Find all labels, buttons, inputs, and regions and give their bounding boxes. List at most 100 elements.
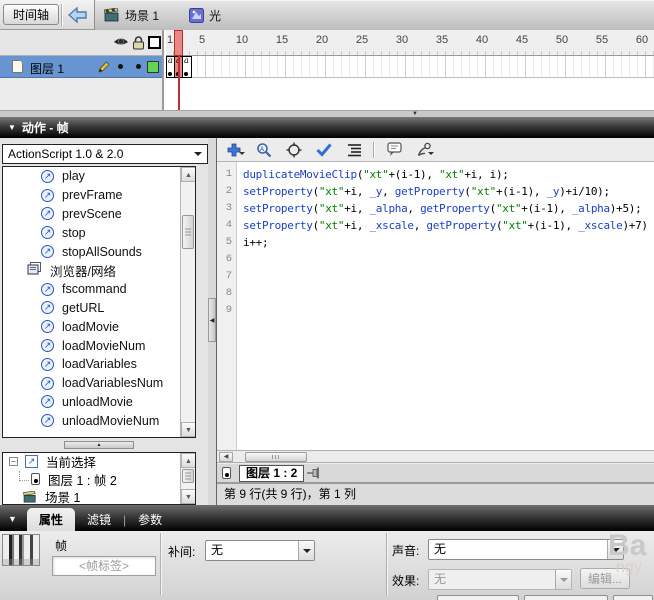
navigator-scene-item[interactable]: 场景 1 <box>3 488 195 504</box>
action-icon: ↗ <box>41 226 54 240</box>
code-line[interactable]: i++; <box>243 234 654 251</box>
actions-panel-title: 动作 - 帧 <box>21 121 69 135</box>
code-line[interactable]: setProperty("xt"+i, _xscale, getProperty… <box>243 217 654 234</box>
tween-value: 无 <box>211 543 224 557</box>
scrollbar-thumb[interactable] <box>182 215 194 249</box>
chevron-down-icon <box>298 541 314 560</box>
toolbox-item-unloadMovie[interactable]: ↗ unloadMovie <box>3 393 195 412</box>
playhead-handle[interactable] <box>174 30 183 56</box>
splitter-collapse-left-icon[interactable]: ◀ <box>208 298 216 342</box>
collapse-minus-icon[interactable]: − <box>9 457 18 467</box>
code-line[interactable]: setProperty("xt"+i, _alpha, getProperty(… <box>243 200 654 217</box>
add-statement-icon[interactable] <box>223 141 245 159</box>
properties-panel-header: ▼ 属性 滤镜 | 参数 <box>0 505 654 531</box>
timeline-ruler[interactable]: 1 5 10 15 20 25 30 35 40 45 50 55 60 <box>166 30 654 56</box>
toolbox-item-prevScene[interactable]: ↗ prevScene <box>3 205 195 224</box>
frames-row[interactable]: aaa <box>166 56 654 78</box>
actionscript-version-value: ActionScript 1.0 & 2.0 <box>8 147 124 161</box>
navigator-current-selection[interactable]: − ↗ 当前选择 <box>3 453 195 471</box>
script-editor[interactable]: 123456789 duplicateMovieClip("xt"+(i-1),… <box>217 162 654 450</box>
actions-toolbox-tree: ↗ play ↗ prevFrame ↗ prevScene ↗ stop ↗ stopAllSo… <box>2 166 196 438</box>
sound-select[interactable]: 无 <box>428 539 624 560</box>
toolbox-item-unloadMovieNum[interactable]: ↗ unloadMovieNum <box>3 411 195 430</box>
breadcrumb-symbol[interactable]: 光 <box>209 7 221 24</box>
action-icon: ↗ <box>41 301 54 315</box>
toolbox-item-label: prevScene <box>62 206 122 221</box>
frame-label-input[interactable] <box>52 556 156 576</box>
code-text[interactable]: duplicateMovieClip("xt"+(i-1), "xt"+i, i… <box>237 162 654 450</box>
action-icon: ↗ <box>41 357 54 371</box>
toolbox-item-label: unloadMovieNum <box>62 413 160 428</box>
script-toolbar: A <box>217 138 654 162</box>
toolbox-item-loadMovieNum[interactable]: ↗ loadMovieNum <box>3 336 195 355</box>
panel-splitter[interactable]: ◀ <box>208 138 216 505</box>
breadcrumb-scene[interactable]: 场景 1 <box>125 7 159 24</box>
scroll-up-icon[interactable]: ▲ <box>181 167 195 182</box>
show-code-hint-icon[interactable] <box>382 141 404 159</box>
layer-visibility-dot[interactable] <box>118 64 123 69</box>
layer-row-selected[interactable]: 图层 1 <box>0 56 162 78</box>
toolbox-item-prevFrame[interactable]: ↗ prevFrame <box>3 186 195 205</box>
find-replace-icon[interactable]: A <box>253 141 275 159</box>
pushpin-icon[interactable] <box>306 466 322 480</box>
scroll-down-icon[interactable]: ▼ <box>181 422 195 437</box>
toolbox-item-getURL[interactable]: ↗ getURL <box>3 299 195 318</box>
scrollbar-thumb[interactable] <box>182 469 194 483</box>
lock-icon[interactable] <box>132 36 145 53</box>
layer-outline-color-swatch[interactable] <box>147 61 159 73</box>
layers-header <box>0 30 162 56</box>
editor-horizontal-scrollbar[interactable]: ◀ <box>217 450 654 463</box>
keyframe-cell[interactable]: a <box>167 56 175 77</box>
auto-format-icon[interactable] <box>343 141 365 159</box>
tab-filters[interactable]: 滤镜 <box>75 508 123 531</box>
toolbox-item-loadMovie[interactable]: ↗ loadMovie <box>3 317 195 336</box>
splitter-collapse-icon[interactable]: ▲ <box>64 441 134 449</box>
current-selection-icon: ↗ <box>25 455 38 469</box>
toolbox-item-fscommand[interactable]: ↗ fscommand <box>3 280 195 299</box>
insert-target-path-icon[interactable] <box>283 141 305 159</box>
toolbox-scrollbar[interactable]: ▲ ▼ <box>180 167 195 437</box>
toolbox-item-loadVariables[interactable]: ↗ loadVariables <box>3 355 195 374</box>
timeline-panel-tab[interactable]: 时间轴 <box>3 4 59 25</box>
navigator-frame-item[interactable]: 图层 1 : 帧 2 <box>3 471 195 489</box>
tab-properties[interactable]: 属性 <box>26 508 75 531</box>
code-line[interactable] <box>243 268 654 285</box>
toolbox-item-label: stopAllSounds <box>62 244 142 259</box>
toolbox-item-stop[interactable]: ↗ stop <box>3 223 195 242</box>
check-syntax-icon[interactable] <box>313 141 335 159</box>
code-line[interactable] <box>243 285 654 302</box>
script-tab-layer1-frame2[interactable]: 图层 1 : 2 <box>239 464 305 482</box>
actionscript-version-select[interactable]: ActionScript 1.0 & 2.0 <box>2 144 208 164</box>
timeline-frames-area: 151015202530354045505560 aaa <box>166 30 654 110</box>
show-hide-eye-icon[interactable] <box>113 36 129 51</box>
scrollbar-thumb[interactable] <box>245 452 307 462</box>
scroll-left-icon[interactable]: ◀ <box>219 452 233 462</box>
tween-select[interactable]: 无 <box>205 540 315 561</box>
action-icon: ↗ <box>41 376 54 390</box>
effect-value: 无 <box>434 572 447 586</box>
toolbox-item-stopAllSounds[interactable]: ↗ stopAllSounds <box>3 242 195 261</box>
timeline-scrollbar[interactable]: ▼ <box>0 110 654 117</box>
action-icon: ↗ <box>41 414 54 428</box>
layer-lock-dot[interactable] <box>136 64 141 69</box>
code-line[interactable]: duplicateMovieClip("xt"+(i-1), "xt"+i, i… <box>243 166 654 183</box>
keyframe-cell[interactable]: a <box>183 56 191 77</box>
toolbox-item-浏览器/网络[interactable]: 浏览器/网络 <box>3 261 195 280</box>
toolbox-item-loadVariablesNum[interactable]: ↗ loadVariablesNum <box>3 374 195 393</box>
navigator-frame-label: 图层 1 : 帧 2 <box>48 473 117 488</box>
effect-select[interactable]: 无 <box>428 569 572 590</box>
toolbox-item-play[interactable]: ↗ play <box>3 167 195 186</box>
actions-panel-header[interactable]: ▼ 动作 - 帧 <box>0 117 654 138</box>
scroll-up-icon[interactable]: ▲ <box>181 453 195 468</box>
scroll-down-icon[interactable]: ▼ <box>181 489 195 504</box>
toolbox-splitter[interactable]: ▲ <box>2 441 196 450</box>
tab-parameters[interactable]: 参数 <box>126 508 174 531</box>
code-line[interactable] <box>243 302 654 319</box>
outline-view-icon[interactable] <box>148 36 161 49</box>
back-button[interactable] <box>65 4 91 26</box>
collapse-triangle-icon[interactable]: ▼ <box>8 514 17 524</box>
code-line[interactable]: setProperty("xt"+i, _y, getProperty("xt"… <box>243 183 654 200</box>
code-line[interactable] <box>243 251 654 268</box>
debug-options-icon[interactable] <box>412 141 434 159</box>
navigator-scrollbar[interactable]: ▲ ▼ <box>180 453 195 504</box>
